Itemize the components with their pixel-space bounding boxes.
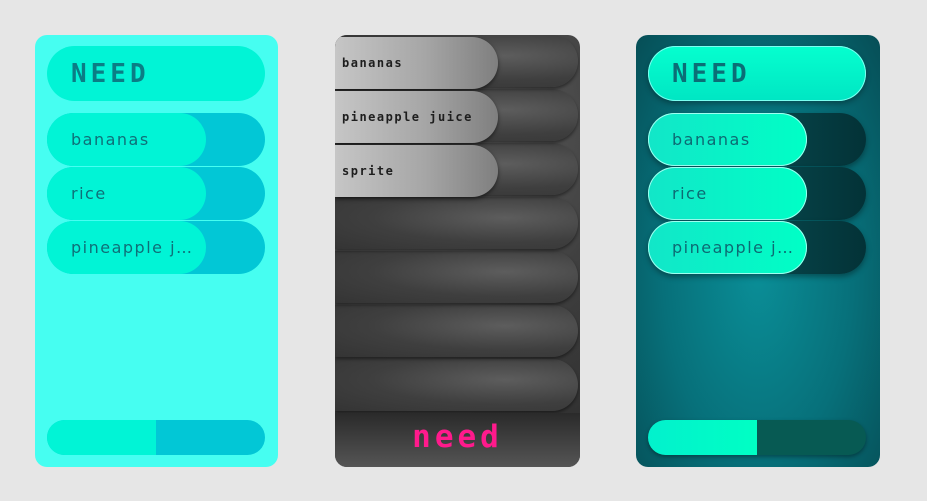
list-item[interactable]: bananas — [335, 37, 498, 89]
list-item[interactable]: bananas — [648, 113, 866, 166]
list-item[interactable]: rice — [648, 167, 866, 220]
footer-bar[interactable]: need — [335, 413, 580, 467]
item-label: pineapple juice — [672, 238, 797, 257]
need-list-card-teal: NEED bananas rice pineapple juice — [636, 35, 880, 467]
bottom-toggle-fill — [648, 420, 757, 455]
title-button[interactable]: NEED — [47, 46, 265, 101]
item-label: sprite — [342, 164, 395, 178]
list-item[interactable]: bananas — [47, 113, 265, 166]
list-item[interactable]: pineapple juice — [335, 91, 498, 143]
item-label: pineapple juice — [342, 110, 473, 124]
empty-slot[interactable] — [335, 197, 578, 249]
empty-slot[interactable] — [335, 305, 578, 357]
card-title: NEED — [71, 59, 150, 89]
bottom-toggle[interactable] — [648, 420, 866, 455]
list-item[interactable]: rice — [47, 167, 265, 220]
footer-title: need — [412, 419, 503, 455]
bottom-toggle[interactable] — [47, 420, 265, 455]
card-title: NEED — [672, 59, 751, 89]
item-label: bananas — [71, 130, 150, 149]
list-item[interactable]: pineapple juice — [648, 221, 866, 274]
empty-slot[interactable] — [335, 251, 578, 303]
item-label: bananas — [672, 130, 751, 149]
bottom-toggle-fill — [47, 420, 156, 455]
list-item[interactable]: pineapple juice — [47, 221, 265, 274]
list-item[interactable]: sprite — [335, 145, 498, 197]
empty-slot[interactable] — [335, 359, 578, 411]
item-label: bananas — [342, 56, 404, 70]
need-list-card-grey: bananas pineapple juice sprite need — [335, 35, 580, 467]
item-label: rice — [71, 184, 107, 203]
item-label: pineapple juice — [71, 238, 196, 257]
title-button[interactable]: NEED — [648, 46, 866, 101]
item-label: rice — [672, 184, 708, 203]
need-list-card-cyan: NEED bananas rice pineapple juice — [35, 35, 278, 467]
